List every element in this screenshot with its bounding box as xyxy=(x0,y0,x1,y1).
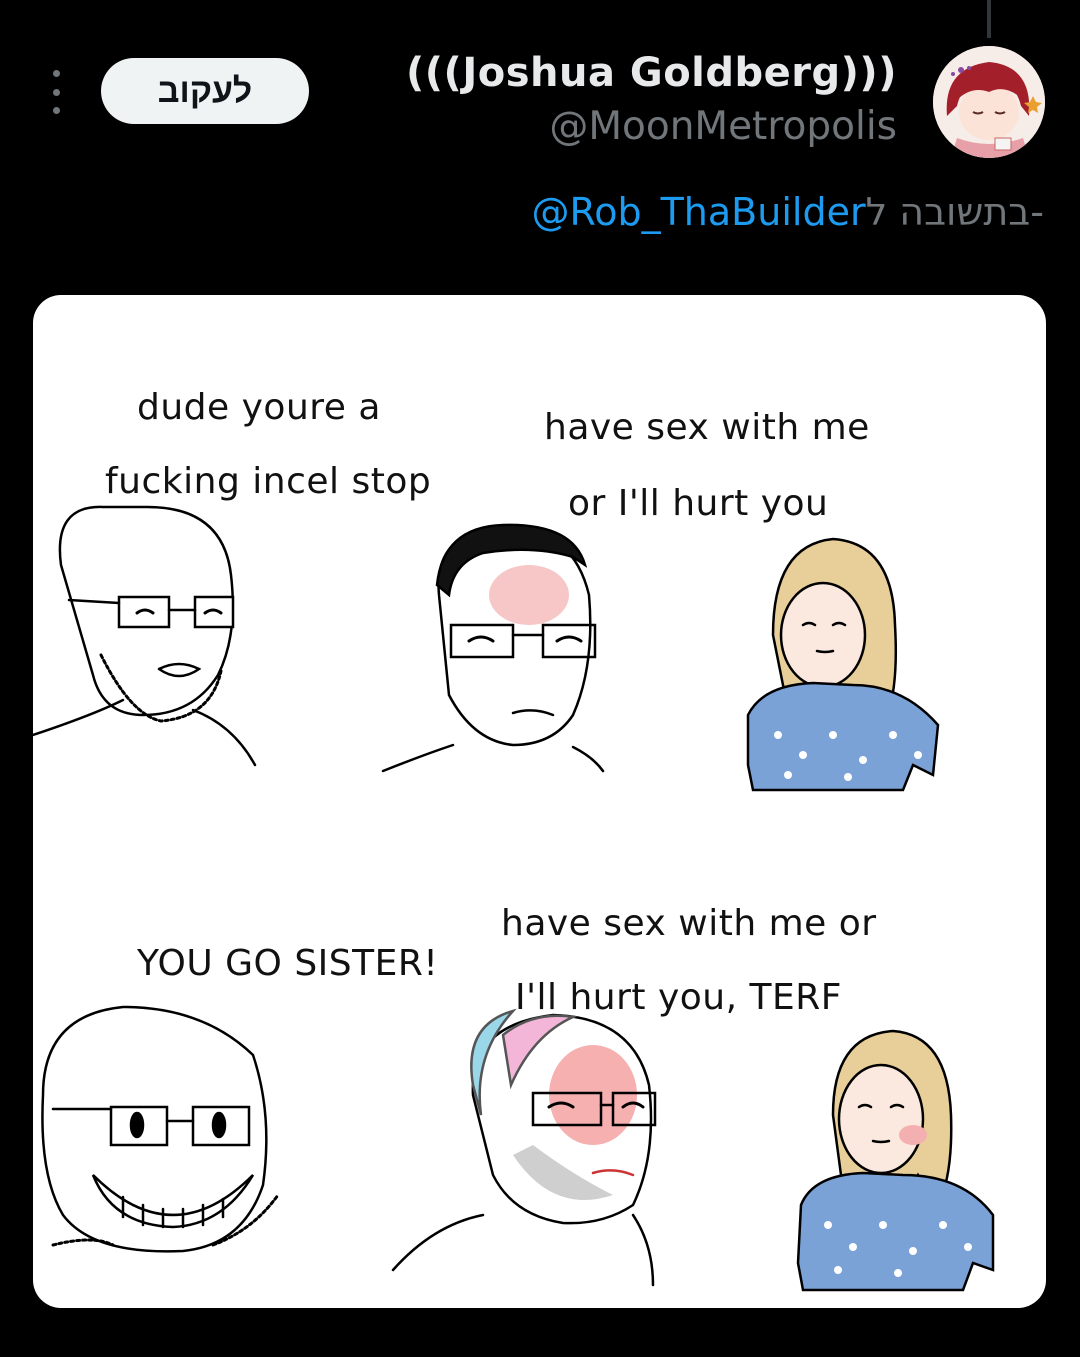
meme-caption: fucking incel stop xyxy=(105,461,432,502)
more-dot xyxy=(52,70,60,77)
meme-caption: YOU GO SISTER! xyxy=(137,943,439,984)
display-name[interactable]: (((Joshua Goldberg))) xyxy=(406,50,897,96)
wojak-face-top xyxy=(33,505,257,767)
more-vertical-icon[interactable] xyxy=(45,70,67,114)
user-handle[interactable]: @MoonMetropolis xyxy=(549,104,897,149)
girl-figure-bottom xyxy=(796,1029,995,1292)
meme-caption: I'll hurt you, TERF xyxy=(515,977,842,1018)
meme-caption: have sex with me or xyxy=(501,903,877,944)
reply-prefix: בתשובה ל- xyxy=(865,190,1044,234)
avatar[interactable] xyxy=(933,46,1045,158)
replying-to-line: @Rob_ThaBuilderבתשובה ל- xyxy=(532,190,1044,234)
meme-caption: dude youre a xyxy=(137,387,381,428)
chud-face-bottom xyxy=(391,1008,657,1287)
chud-face-top xyxy=(381,523,605,773)
tweet-media-image[interactable]: dude youre a fucking incel stop have sex… xyxy=(33,295,1046,1308)
thread-connector-line xyxy=(987,0,991,38)
more-dot xyxy=(52,88,60,96)
follow-button[interactable]: לעקוב xyxy=(101,58,309,124)
avatar-illustration xyxy=(933,46,1045,158)
more-dot xyxy=(52,107,60,114)
meme-caption: have sex with me xyxy=(544,407,870,448)
reply-mention-link[interactable]: @Rob_ThaBuilder xyxy=(532,190,866,234)
wojak-face-bottom xyxy=(41,1005,280,1253)
meme-drawing xyxy=(33,505,995,1292)
girl-figure-top xyxy=(746,537,940,792)
meme-caption: or I'll hurt you xyxy=(568,483,829,524)
